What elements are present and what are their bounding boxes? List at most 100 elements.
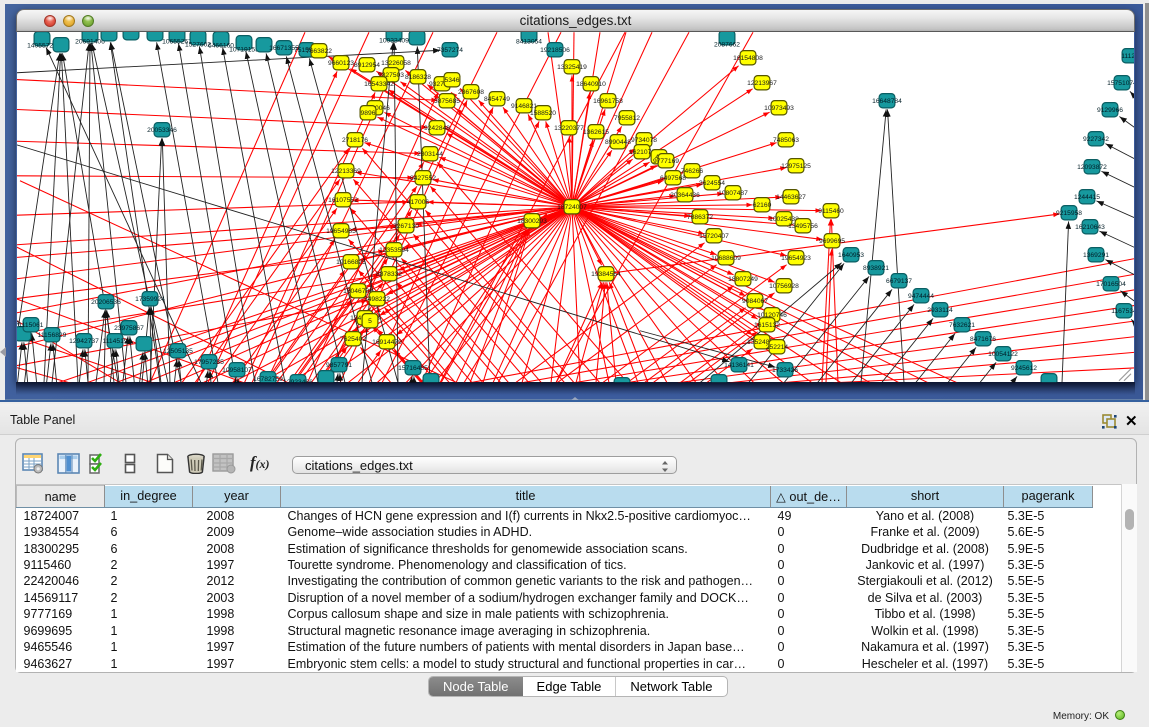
svg-text:20053346: 20053346 (147, 126, 177, 133)
svg-text:15716485: 15716485 (398, 364, 428, 371)
svg-text:5346: 5346 (445, 76, 460, 83)
svg-text:8427552: 8427552 (410, 174, 436, 181)
svg-text:10719155: 10719155 (229, 46, 259, 53)
svg-text:18807249: 18807249 (728, 275, 758, 282)
svg-text:16046788: 16046788 (343, 287, 373, 294)
svg-text:1369291: 1369291 (1083, 251, 1109, 258)
svg-text:16154808: 16154808 (733, 54, 763, 61)
svg-text:6497568: 6497568 (660, 174, 686, 181)
svg-text:16648784: 16648784 (872, 97, 902, 104)
svg-text:9896: 9896 (361, 109, 376, 116)
svg-text:20364436: 20364436 (670, 191, 700, 198)
svg-text:19654985: 19654985 (326, 227, 356, 234)
svg-text:15751074: 15751074 (1107, 79, 1134, 86)
svg-text:7632621: 7632621 (949, 321, 975, 328)
svg-text:11156829: 11156829 (38, 331, 67, 338)
svg-text:14136141: 14136141 (724, 361, 754, 368)
svg-text:1114519: 1114519 (102, 337, 127, 344)
svg-text:19384554: 19384554 (591, 270, 621, 277)
svg-text:17957235: 17957235 (194, 358, 224, 365)
svg-text:7955812: 7955812 (614, 114, 640, 121)
svg-text:8471676: 8471676 (970, 335, 996, 342)
svg-text:8878332: 8878332 (376, 270, 402, 277)
svg-text:18640910: 18640910 (576, 80, 606, 87)
svg-text:8912954: 8912954 (354, 61, 380, 68)
svg-text:16210643: 16210643 (1075, 223, 1105, 230)
svg-text:2087662: 2087662 (714, 41, 740, 48)
svg-text:7886372: 7886372 (687, 213, 713, 220)
svg-text:12975125: 12975125 (781, 162, 811, 169)
svg-text:13226058: 13226058 (381, 59, 411, 66)
svg-text:252214: 252214 (766, 343, 789, 350)
svg-text:2803144: 2803144 (417, 150, 443, 157)
svg-text:1244415: 1244415 (1074, 193, 1100, 200)
svg-text:1615132: 1615132 (754, 321, 780, 328)
svg-text:6679137: 6679137 (886, 277, 912, 284)
svg-text:13325419: 13325419 (557, 63, 587, 70)
svg-text:10807487: 10807487 (718, 189, 748, 196)
svg-text:9699695: 9699695 (819, 237, 845, 244)
svg-text:12213967: 12213967 (747, 79, 777, 86)
svg-text:1115061: 1115061 (18, 321, 43, 328)
svg-text:12213369: 12213369 (331, 167, 361, 174)
svg-text:9857791: 9857791 (326, 361, 352, 368)
svg-text:9129966: 9129966 (1097, 106, 1123, 113)
svg-text:19166825: 19166825 (336, 258, 366, 265)
svg-text:5: 5 (368, 317, 372, 324)
svg-text:746266: 746266 (681, 167, 704, 174)
svg-text:15720407: 15720407 (699, 232, 729, 239)
svg-text:2933114: 2933114 (927, 306, 953, 313)
svg-text:7625402: 7625402 (340, 335, 366, 342)
svg-text:10756928: 10756928 (769, 282, 799, 289)
svg-text:16961758: 16961758 (593, 97, 623, 104)
svg-text:10033409: 10033409 (379, 37, 409, 44)
svg-text:9245612: 9245612 (1011, 364, 1037, 371)
svg-text:16543342: 16543342 (364, 80, 394, 87)
svg-text:9115460: 9115460 (818, 207, 844, 214)
svg-text:12505135: 12505135 (163, 347, 193, 354)
svg-text:62160: 62160 (753, 201, 772, 208)
svg-text:9227342: 9227342 (1083, 135, 1109, 142)
svg-text:10973493: 10973493 (764, 104, 794, 111)
svg-text:11127: 11127 (1121, 52, 1134, 59)
svg-text:12353594: 12353594 (379, 246, 409, 253)
svg-text:10958107: 10958107 (222, 366, 252, 373)
svg-text:13495756: 13495756 (788, 222, 818, 229)
svg-text:8990448: 8990448 (605, 138, 631, 145)
svg-text:16914479: 16914479 (372, 338, 402, 345)
svg-text:17359924: 17359924 (135, 295, 165, 302)
svg-text:2367608: 2367608 (458, 88, 484, 95)
svg-text:17016504: 17016504 (1096, 280, 1126, 287)
svg-text:9474444: 9474444 (908, 292, 934, 299)
svg-text:23975867: 23975867 (114, 324, 144, 331)
svg-text:7663822: 7663822 (306, 47, 332, 54)
svg-text:20691406: 20691406 (75, 38, 105, 45)
svg-text:417006: 417006 (407, 198, 430, 205)
svg-text:19654923: 19654923 (781, 254, 811, 261)
svg-text:2718176: 2718176 (342, 136, 368, 143)
svg-text:9084067: 9084067 (742, 297, 768, 304)
svg-text:16107552: 16107552 (328, 196, 358, 203)
svg-text:13220377: 13220377 (554, 124, 584, 131)
svg-text:1362615: 1362615 (583, 128, 609, 135)
svg-text:10688609: 10688609 (711, 254, 741, 261)
svg-text:1167534: 1167534 (1111, 307, 1134, 314)
svg-text:12093872: 12093872 (1077, 163, 1107, 170)
svg-text:10054122: 10054122 (988, 350, 1018, 357)
svg-text:12942737: 12942737 (69, 337, 99, 344)
svg-text:7357274: 7357274 (437, 46, 463, 53)
svg-text:20206536: 20206536 (91, 298, 121, 305)
svg-text:8413054: 8413054 (516, 38, 542, 45)
svg-text:19218506: 19218506 (540, 46, 570, 53)
svg-text:8454749: 8454749 (484, 95, 510, 102)
svg-text:3624554: 3624554 (699, 179, 725, 186)
svg-text:14463627: 14463627 (776, 193, 806, 200)
svg-text:18724007: 18724007 (557, 203, 587, 210)
svg-text:3875685: 3875685 (434, 97, 460, 104)
svg-text:3267130: 3267130 (393, 222, 419, 229)
svg-text:9242848: 9242848 (424, 124, 450, 131)
svg-text:1733426: 1733426 (772, 366, 798, 373)
svg-text:9146821: 9146821 (511, 102, 537, 109)
svg-text:18300293: 18300293 (517, 217, 547, 224)
svg-text:3498222: 3498222 (364, 295, 390, 302)
